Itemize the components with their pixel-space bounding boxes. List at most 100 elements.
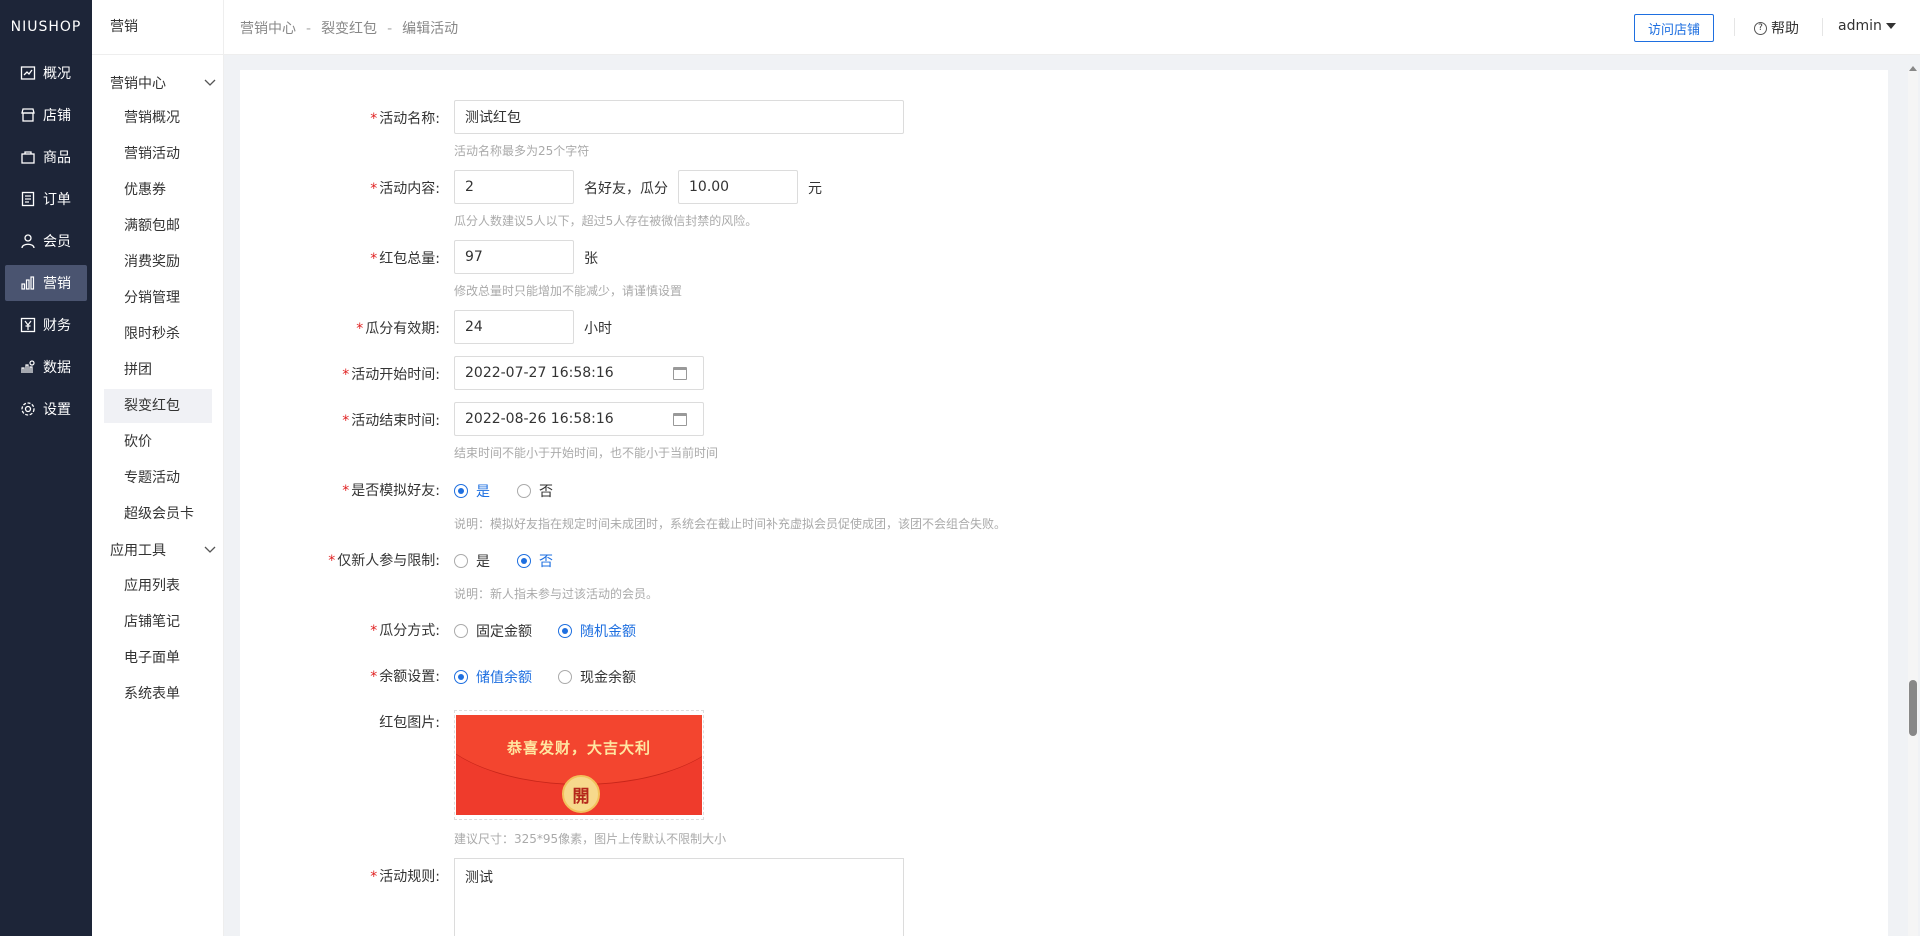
nav-item-members[interactable]: 会员 bbox=[5, 223, 87, 259]
content-label: * 活动内容: bbox=[370, 181, 440, 197]
calendar-icon bbox=[673, 413, 687, 426]
yen-icon bbox=[20, 317, 36, 333]
image-label: 红包图片: bbox=[379, 715, 440, 731]
chevron-down-icon bbox=[204, 542, 216, 558]
sub-item-coupon[interactable]: 优惠券 bbox=[104, 173, 212, 207]
breadcrumb-item[interactable]: 营销中心 bbox=[240, 21, 296, 37]
nav-item-finance[interactable]: 财务 bbox=[5, 307, 87, 343]
total-count-input[interactable]: 97 bbox=[454, 240, 574, 274]
amount-unit: 元 bbox=[808, 181, 822, 197]
caret-down-icon bbox=[1885, 23, 1896, 29]
sub-item-system-form[interactable]: 系统表单 bbox=[104, 677, 212, 711]
simulate-hint: 说明：模拟好友指在规定时间未成团时，系统会在截止时间补充虚拟会员促使成团，该团不… bbox=[454, 517, 1007, 531]
start-label: * 活动开始时间: bbox=[342, 367, 440, 383]
data-icon bbox=[20, 359, 36, 375]
visit-store-button[interactable]: 访问店铺 bbox=[1634, 14, 1714, 42]
submenu-title: 营销 bbox=[92, 0, 223, 55]
valid-label: * 瓜分有效期: bbox=[356, 321, 440, 337]
scroll-up-icon[interactable] bbox=[1909, 66, 1917, 71]
bag-icon bbox=[20, 149, 36, 165]
chart-line-icon bbox=[20, 65, 36, 81]
time-hint: 结束时间不能小于开始时间，也不能小于当前时间 bbox=[454, 446, 719, 460]
newbie-hint: 说明：新人指未参与过该活动的会员。 bbox=[454, 587, 659, 601]
total-unit: 张 bbox=[584, 251, 598, 267]
sub-item-app-list[interactable]: 应用列表 bbox=[104, 569, 212, 603]
simulate-label: * 是否模拟好友: bbox=[342, 483, 440, 499]
breadcrumb-item: 编辑活动 bbox=[402, 21, 459, 37]
valid-unit: 小时 bbox=[584, 321, 612, 337]
image-hint: 建议尺寸：325*95像素，图片上传默认不限制大小 bbox=[454, 832, 727, 846]
breadcrumb: 营销中心 - 裂变红包 - 编辑活动 bbox=[240, 21, 459, 37]
nav-item-marketing[interactable]: 营销 bbox=[5, 265, 87, 301]
newbie-yes-radio[interactable]: 是 bbox=[454, 551, 490, 571]
gear-icon bbox=[20, 401, 36, 417]
valid-hours-input[interactable]: 24 bbox=[454, 310, 574, 344]
store-icon bbox=[20, 107, 36, 123]
open-button-graphic: 開 bbox=[562, 775, 600, 813]
breadcrumb-item[interactable]: 裂变红包 bbox=[321, 21, 377, 37]
simulate-yes-radio[interactable]: 是 bbox=[454, 481, 490, 501]
calendar-icon bbox=[673, 367, 687, 380]
rules-textarea[interactable]: 测试 bbox=[454, 858, 904, 936]
total-hint: 修改总量时只能增加不能减少，请谨慎设置 bbox=[454, 284, 683, 298]
nav-item-data[interactable]: 数据 bbox=[5, 349, 87, 385]
balance-cash-radio[interactable]: 现金余额 bbox=[558, 667, 636, 687]
newbie-no-radio[interactable]: 否 bbox=[517, 551, 553, 571]
split-label: * 瓜分方式: bbox=[370, 623, 440, 639]
content-mid-text: 名好友，瓜分 bbox=[584, 181, 668, 197]
split-random-radio[interactable]: 随机金额 bbox=[558, 621, 636, 641]
friend-count-input[interactable]: 2 bbox=[454, 170, 574, 204]
redpacket-image: 恭喜发财，大吉大利 開 bbox=[456, 715, 702, 815]
question-icon: ? bbox=[1754, 21, 1767, 35]
nav-item-overview[interactable]: 概况 bbox=[5, 55, 87, 91]
sub-item-free-shipping[interactable]: 满额包邮 bbox=[104, 209, 212, 243]
user-icon bbox=[20, 233, 36, 249]
amount-input[interactable]: 10.00 bbox=[678, 170, 798, 204]
total-label: * 红包总量: bbox=[370, 251, 440, 267]
nav-item-settings[interactable]: 设置 bbox=[5, 391, 87, 427]
split-fixed-radio[interactable]: 固定金额 bbox=[454, 621, 532, 641]
nav-item-store[interactable]: 店铺 bbox=[5, 97, 87, 133]
sub-item-topic[interactable]: 专题活动 bbox=[104, 461, 212, 495]
sub-item-consume-reward[interactable]: 消费奖励 bbox=[104, 245, 212, 279]
start-time-input[interactable]: 2022-07-27 16:58:16 bbox=[454, 356, 704, 390]
order-list-icon bbox=[20, 191, 36, 207]
edit-activity-form: * 活动名称: 测试红包 活动名称最多为25个字符 * 活动内容: 2 名好友，瓜分… bbox=[240, 70, 1888, 936]
activity-name-input[interactable]: 测试红包 bbox=[454, 100, 904, 134]
sub-item-overview[interactable]: 营销概况 bbox=[104, 101, 212, 135]
sub-item-group-buy[interactable]: 拼团 bbox=[104, 353, 212, 387]
end-label: * 活动结束时间: bbox=[342, 413, 440, 429]
redpacket-image-upload[interactable]: 恭喜发财，大吉大利 開 bbox=[454, 710, 704, 820]
rules-label: * 活动规则: bbox=[370, 869, 440, 885]
balance-label: * 余额设置: bbox=[370, 669, 440, 685]
bar-chart-icon bbox=[20, 275, 36, 291]
sub-item-e-waybill[interactable]: 电子面单 bbox=[104, 641, 212, 675]
simulate-no-radio[interactable]: 否 bbox=[517, 481, 553, 501]
content-hint: 瓜分人数建议5人以下，超过5人存在被微信封禁的风险。 bbox=[454, 214, 758, 228]
sub-item-super-member[interactable]: 超级会员卡 bbox=[104, 497, 212, 531]
sub-item-bargain[interactable]: 砍价 bbox=[104, 425, 212, 459]
scrollbar-track[interactable] bbox=[1908, 70, 1918, 936]
nav-item-goods[interactable]: 商品 bbox=[5, 139, 87, 175]
top-header: 营销中心 - 裂变红包 - 编辑活动 访问店铺 ? 帮助 admin bbox=[224, 0, 1920, 55]
menu-group-marketing-center[interactable]: 营销中心 bbox=[110, 71, 216, 95]
scrollbar-thumb[interactable] bbox=[1909, 680, 1917, 736]
sub-item-distribution[interactable]: 分销管理 bbox=[104, 281, 212, 315]
sub-item-fission-redpacket[interactable]: 裂变红包 bbox=[104, 389, 212, 423]
help-link[interactable]: ? 帮助 bbox=[1754, 18, 1799, 38]
user-menu[interactable]: admin bbox=[1838, 18, 1896, 34]
name-hint: 活动名称最多为25个字符 bbox=[454, 144, 590, 158]
brand-logo: NIUSHOP bbox=[10, 19, 82, 35]
menu-group-app-tools[interactable]: 应用工具 bbox=[110, 538, 216, 562]
balance-stored-radio[interactable]: 储值余额 bbox=[454, 667, 532, 687]
end-time-input[interactable]: 2022-08-26 16:58:16 bbox=[454, 402, 704, 436]
sub-item-flash-sale[interactable]: 限时秒杀 bbox=[104, 317, 212, 351]
secondary-sidebar: 营销 营销中心 营销概况 营销活动 优惠券 满额包邮 消费奖励 分销管理 限时秒… bbox=[92, 0, 224, 936]
main-sidebar: NIUSHOP 概况 店铺 商品 订单 会员 营销 财务 数据 设置 bbox=[0, 0, 92, 936]
newbie-label: * 仅新人参与限制: bbox=[328, 553, 440, 569]
sub-item-store-notes[interactable]: 店铺笔记 bbox=[104, 605, 212, 639]
nav-item-orders[interactable]: 订单 bbox=[5, 181, 87, 217]
name-label: * 活动名称: bbox=[370, 111, 440, 127]
sub-item-activities[interactable]: 营销活动 bbox=[104, 137, 212, 171]
chevron-down-icon bbox=[204, 75, 216, 91]
